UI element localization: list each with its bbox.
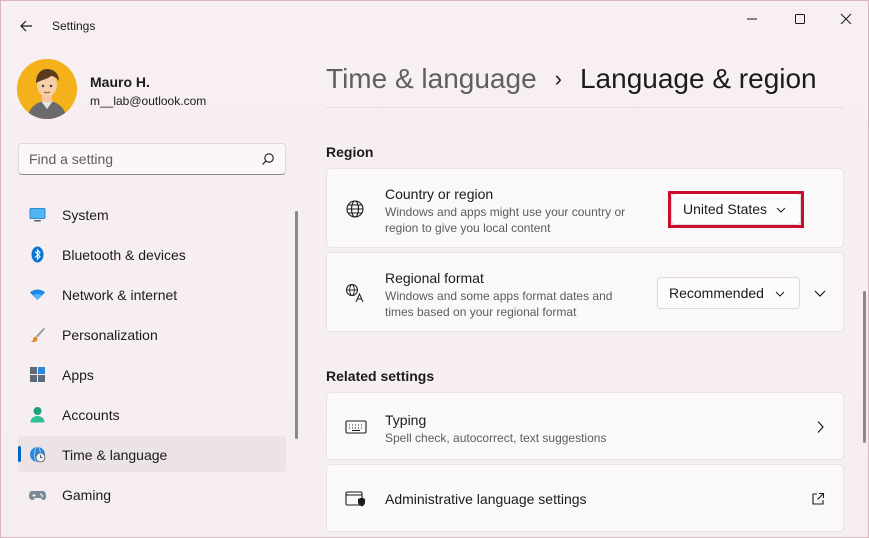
country-region-description: Windows and apps might use your country … xyxy=(385,205,626,235)
close-icon xyxy=(840,13,852,25)
chevron-down-icon xyxy=(775,291,785,297)
search-icon[interactable] xyxy=(261,152,275,166)
user-profile[interactable]: Mauro H. m__lab@outlook.com xyxy=(17,59,287,121)
header-divider xyxy=(326,107,844,108)
sidebar-scrollbar[interactable] xyxy=(295,211,298,439)
brush-icon xyxy=(30,327,45,343)
admin-language-card[interactable]: Administrative language settings xyxy=(326,464,844,532)
related-settings-title: Related settings xyxy=(326,368,435,384)
sidebar-item-label: Apps xyxy=(62,367,94,383)
globe-clock-icon xyxy=(30,446,46,463)
profile-email: m__lab@outlook.com xyxy=(90,94,207,108)
sidebar-item-system[interactable]: System xyxy=(18,196,286,232)
admin-shield-icon xyxy=(345,491,365,507)
sidebar-item-label: Network & internet xyxy=(62,287,178,303)
sidebar-item-label: Accounts xyxy=(62,407,120,423)
search-box xyxy=(18,143,286,175)
sidebar-nav: System Bluetooth & devices Network & int… xyxy=(18,196,286,516)
admin-language-title: Administrative language settings xyxy=(385,491,587,507)
sidebar-item-accounts[interactable]: Accounts xyxy=(18,396,286,432)
expand-chevron-icon[interactable] xyxy=(814,287,826,299)
page-title: Language & region xyxy=(579,63,817,94)
profile-name: Mauro H. xyxy=(90,74,150,90)
main-scrollbar[interactable] xyxy=(863,291,866,443)
maximize-icon xyxy=(795,14,805,24)
chevron-right-icon xyxy=(817,421,824,433)
sidebar-item-label: Bluetooth & devices xyxy=(62,247,186,263)
monitor-icon xyxy=(29,208,46,222)
globe-icon xyxy=(346,200,364,218)
sidebar-item-time-language[interactable]: Time & language xyxy=(18,436,286,472)
wifi-icon xyxy=(30,289,45,300)
bluetooth-icon xyxy=(31,246,44,263)
sidebar-item-personalization[interactable]: Personalization xyxy=(18,316,286,352)
regional-format-description: Windows and some apps format dates and t… xyxy=(385,289,613,319)
open-external-icon xyxy=(812,492,825,505)
close-button[interactable] xyxy=(823,7,868,31)
regional-format-dropdown[interactable]: Recommended xyxy=(657,277,800,309)
gamepad-icon xyxy=(29,491,46,500)
search-input[interactable] xyxy=(19,144,249,174)
regional-format-value: Recommended xyxy=(669,285,764,301)
settings-window: Settings Mauro H. m__lab@outlook.com Fin… xyxy=(0,0,869,538)
regional-format-card[interactable]: Regional format Windows and some apps fo… xyxy=(326,252,844,332)
back-button[interactable] xyxy=(15,15,37,37)
sidebar-item-network[interactable]: Network & internet xyxy=(18,276,286,312)
region-section-title: Region xyxy=(326,144,374,160)
breadcrumb-separator: › xyxy=(554,66,562,91)
minimize-icon xyxy=(747,18,757,20)
language-format-icon xyxy=(346,284,364,303)
sidebar-item-label: System xyxy=(62,207,109,223)
title-bar: Settings xyxy=(1,1,868,51)
sidebar-item-apps[interactable]: Apps xyxy=(18,356,286,392)
regional-format-title: Regional format xyxy=(385,270,484,286)
breadcrumb: Time & language › Language & region xyxy=(326,59,817,99)
highlight-box xyxy=(668,191,804,228)
typing-description: Spell check, autocorrect, text suggestio… xyxy=(385,431,607,445)
avatar-illustration xyxy=(17,59,77,119)
apps-icon xyxy=(30,367,45,382)
maximize-button[interactable] xyxy=(777,7,823,31)
typing-title: Typing xyxy=(385,412,427,428)
sidebar-item-label: Gaming xyxy=(62,487,112,503)
keyboard-icon xyxy=(345,420,367,434)
sidebar-item-label: Personalization xyxy=(62,327,158,343)
country-region-title: Country or region xyxy=(385,186,494,202)
sidebar-item-label: Time & language xyxy=(62,447,168,463)
typing-card[interactable]: Typing Spell check, autocorrect, text su… xyxy=(326,392,844,460)
person-icon xyxy=(30,407,45,423)
avatar xyxy=(17,59,77,119)
sidebar-item-gaming[interactable]: Gaming xyxy=(18,476,286,512)
breadcrumb-parent[interactable]: Time & language xyxy=(326,63,537,95)
back-arrow-icon xyxy=(20,20,32,32)
sidebar-item-bluetooth[interactable]: Bluetooth & devices xyxy=(18,236,286,272)
minimize-button[interactable] xyxy=(729,7,775,31)
window-title: Settings xyxy=(52,19,96,33)
